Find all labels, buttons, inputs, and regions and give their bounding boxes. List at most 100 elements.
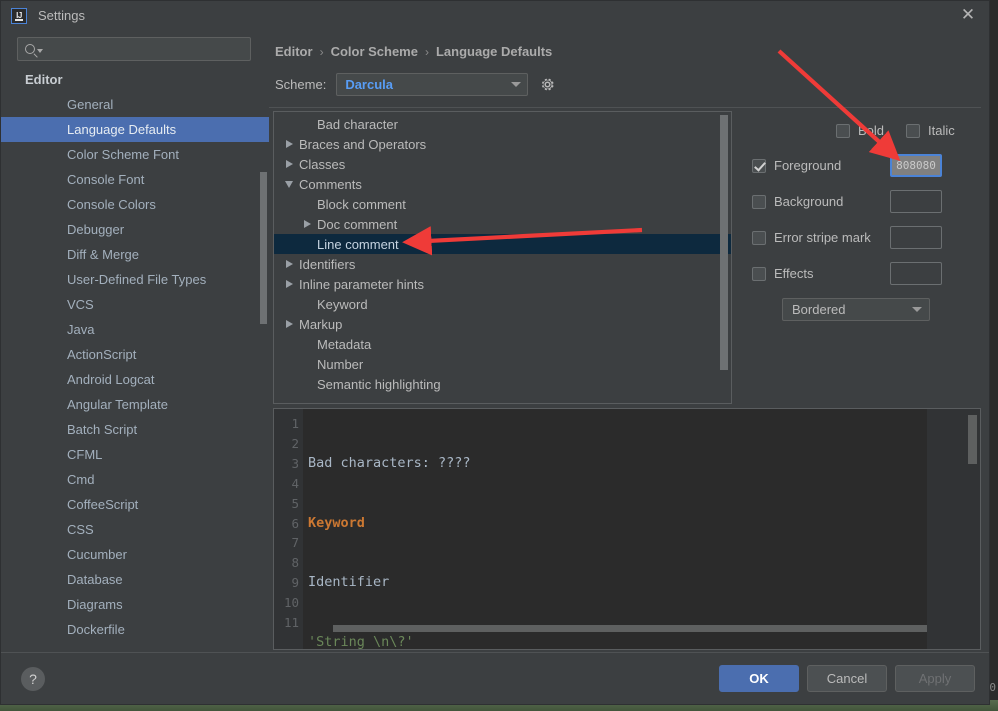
chevron-right-icon[interactable] bbox=[300, 220, 314, 228]
sidebar-item-actionscript[interactable]: ActionScript bbox=[1, 342, 269, 367]
help-button[interactable]: ? bbox=[21, 666, 45, 691]
chevron-right-icon[interactable] bbox=[282, 160, 296, 168]
attribute-node-block-comment[interactable]: Block comment bbox=[274, 194, 731, 214]
breadcrumb-item-editor[interactable]: Editor bbox=[275, 44, 313, 59]
sidebar-item-console-colors[interactable]: Console Colors bbox=[1, 192, 269, 217]
close-icon[interactable]: ✕ bbox=[953, 3, 983, 29]
foreground-color-swatch[interactable]: 808080 bbox=[890, 154, 942, 177]
line-number: 1 bbox=[291, 416, 299, 431]
search-input[interactable] bbox=[48, 40, 244, 58]
search-box[interactable] bbox=[17, 37, 251, 61]
attribute-node-doc-comment[interactable]: Doc comment bbox=[274, 214, 731, 234]
chevron-right-icon[interactable] bbox=[282, 260, 296, 268]
chevron-right-icon[interactable] bbox=[282, 140, 296, 148]
line-number: 11 bbox=[283, 615, 299, 631]
sidebar-item-batch-script[interactable]: Batch Script bbox=[1, 417, 269, 442]
gear-icon[interactable] bbox=[538, 76, 556, 94]
sidebar-item-vcs[interactable]: VCS bbox=[1, 292, 269, 317]
error-stripe-mark-color-swatch[interactable] bbox=[890, 226, 942, 249]
preview-vertical-scrollbar[interactable] bbox=[968, 415, 977, 464]
bold-checkbox[interactable] bbox=[836, 123, 850, 138]
background-color-swatch[interactable] bbox=[890, 190, 942, 213]
italic-checkbox-row[interactable]: Italic bbox=[906, 123, 955, 138]
sidebar-item-label: Console Font bbox=[67, 172, 145, 187]
sidebar-item-dockerfile[interactable]: Dockerfile bbox=[1, 617, 269, 642]
color-attributes-tree[interactable]: Bad character Braces and Operators Classes… bbox=[273, 111, 732, 404]
settings-tree[interactable]: Editor General Language Defaults Color Sch… bbox=[1, 67, 269, 652]
italic-checkbox[interactable] bbox=[906, 123, 921, 138]
effect-type-dropdown[interactable]: Bordered bbox=[782, 298, 930, 321]
attribute-node-label: Line comment bbox=[317, 236, 399, 252]
attribute-node-bad-character[interactable]: Bad character bbox=[274, 114, 731, 134]
effects-checkbox[interactable] bbox=[752, 266, 766, 281]
attribute-node-keyword[interactable]: Keyword bbox=[274, 294, 731, 314]
attribute-node-line-comment[interactable]: Line comment bbox=[274, 234, 731, 254]
bold-label: Bold bbox=[858, 123, 885, 138]
attribute-node-label: Number bbox=[317, 356, 364, 372]
breadcrumb-item-color-scheme[interactable]: Color Scheme bbox=[331, 44, 418, 59]
preview-error-stripe[interactable]: ✔ bbox=[927, 409, 980, 649]
attribute-node-number[interactable]: Number bbox=[274, 354, 731, 374]
chevron-down-icon[interactable] bbox=[282, 180, 296, 188]
attributes-tree-scrollbar[interactable] bbox=[720, 115, 728, 370]
attribute-node-label: Braces and Operators bbox=[299, 136, 427, 152]
dialog-body: Editor General Language Defaults Color Sch… bbox=[1, 30, 989, 652]
attribute-node-label: Classes bbox=[299, 156, 346, 172]
sidebar-item-color-scheme-font[interactable]: Color Scheme Font bbox=[1, 142, 269, 167]
effects-color-swatch[interactable] bbox=[890, 262, 942, 285]
sidebar-item-language-defaults[interactable]: Language Defaults bbox=[1, 117, 269, 142]
ok-button[interactable]: OK bbox=[719, 665, 799, 692]
sidebar-item-java[interactable]: Java bbox=[1, 317, 269, 342]
cancel-button[interactable]: Cancel bbox=[807, 665, 887, 692]
error-stripe-mark-checkbox[interactable] bbox=[752, 230, 766, 245]
sidebar-item-coffeescript[interactable]: CoffeeScript bbox=[1, 492, 269, 517]
sidebar-item-android-logcat[interactable]: Android Logcat bbox=[1, 367, 269, 392]
breadcrumb-item-language-defaults: Language Defaults bbox=[435, 44, 553, 59]
background-checkbox[interactable] bbox=[752, 194, 766, 209]
sidebar-item-label: Cucumber bbox=[67, 547, 127, 562]
preview-horizontal-scrollbar[interactable] bbox=[333, 625, 971, 632]
attribute-node-braces-and-operators[interactable]: Braces and Operators bbox=[274, 134, 731, 154]
sidebar-item-label: ActionScript bbox=[67, 347, 137, 362]
sidebar-item-user-defined-file-types[interactable]: User-Defined File Types bbox=[1, 267, 269, 292]
attribute-node-semantic-highlighting[interactable]: Semantic highlighting bbox=[274, 374, 731, 394]
preview-line: Bad characters: ???? bbox=[308, 454, 927, 474]
chevron-right-icon[interactable] bbox=[282, 320, 296, 328]
sidebar-item-general[interactable]: General bbox=[1, 92, 269, 117]
chevron-down-icon bbox=[511, 82, 522, 87]
sidebar-item-console-font[interactable]: Console Font bbox=[1, 167, 269, 192]
attribute-node-metadata[interactable]: Metadata bbox=[274, 334, 731, 354]
preview-code[interactable]: Bad characters: ???? Keyword Identifier … bbox=[303, 409, 971, 649]
chevron-down-icon bbox=[37, 49, 43, 53]
sidebar-item-label: Console Colors bbox=[67, 197, 156, 212]
color-scheme-preview[interactable]: 1 2 3 4 5 6 7 8 9 10 11 Bad characters: ???? Keywo… bbox=[273, 408, 981, 650]
chevron-right-icon[interactable] bbox=[282, 280, 296, 288]
attribute-node-label: Bad character bbox=[317, 116, 398, 132]
sidebar-item-diff-merge[interactable]: Diff & Merge bbox=[1, 242, 269, 267]
sidebar-group-editor[interactable]: Editor bbox=[1, 67, 269, 92]
breadcrumb-separator: › bbox=[319, 44, 324, 59]
foreground-checkbox[interactable] bbox=[752, 158, 766, 173]
attribute-node-comments[interactable]: Comments bbox=[274, 174, 731, 194]
sidebar-item-label: CFML bbox=[67, 447, 103, 462]
sidebar-item-cfml[interactable]: CFML bbox=[1, 442, 269, 467]
scheme-dropdown[interactable]: Darcula bbox=[336, 73, 529, 96]
preview-line: 'String \n\?' bbox=[308, 633, 927, 649]
attribute-node-markup[interactable]: Markup bbox=[274, 314, 731, 334]
preview-line: Identifier bbox=[308, 573, 927, 593]
sidebar-item-debugger[interactable]: Debugger bbox=[1, 217, 269, 242]
attribute-node-label: Inline parameter hints bbox=[299, 276, 425, 292]
sidebar-item-angular-template[interactable]: Angular Template bbox=[1, 392, 269, 417]
attribute-node-identifiers[interactable]: Identifiers bbox=[274, 254, 731, 274]
apply-button[interactable]: Apply bbox=[895, 665, 975, 692]
sidebar-item-css[interactable]: CSS bbox=[1, 517, 269, 542]
sidebar-item-cmd[interactable]: Cmd bbox=[1, 467, 269, 492]
attribute-node-classes[interactable]: Classes bbox=[274, 154, 731, 174]
sidebar-item-cucumber[interactable]: Cucumber bbox=[1, 542, 269, 567]
bold-checkbox-row[interactable]: Bold bbox=[836, 123, 884, 138]
sidebar-item-diagrams[interactable]: Diagrams bbox=[1, 592, 269, 617]
attribute-node-inline-parameter-hints[interactable]: Inline parameter hints bbox=[274, 274, 731, 294]
sidebar-scrollbar[interactable] bbox=[260, 172, 267, 324]
sidebar-item-label: User-Defined File Types bbox=[67, 272, 207, 287]
sidebar-item-database[interactable]: Database bbox=[1, 567, 269, 592]
